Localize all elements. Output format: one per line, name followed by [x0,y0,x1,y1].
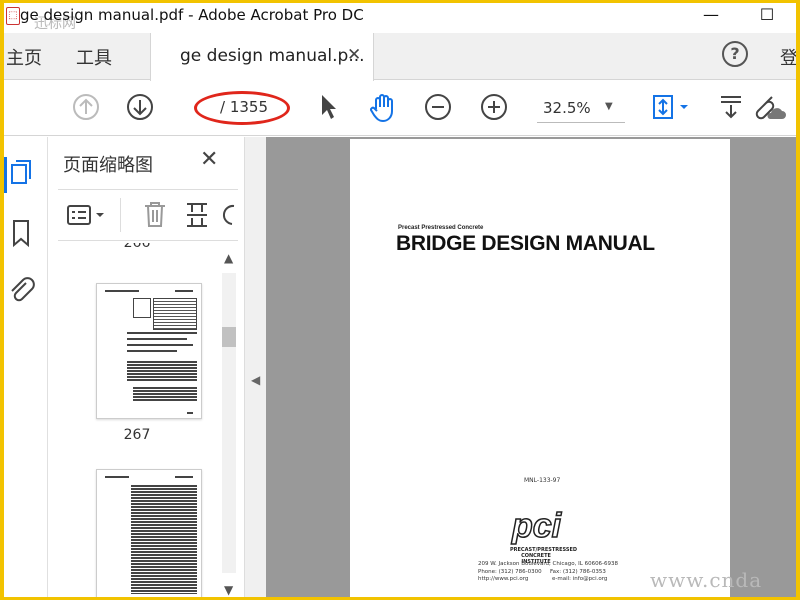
document-code: MNL-133-97 [524,477,561,484]
hand-tool-icon[interactable] [368,93,398,123]
login-menu[interactable]: 登 [780,44,796,70]
share-link-icon[interactable] [752,93,786,123]
acrobat-window: ⬚ 迅标网 ge design manual.pdf - Adobe Acrob… [4,3,796,597]
scroll-track[interactable] [222,273,236,573]
zoom-value: 32.5% [543,99,591,117]
pci-logo: pci [511,506,562,546]
thumbnail-scrollbar[interactable]: ▲ ▼ [220,247,238,597]
tools-menu[interactable]: 工具 [76,44,112,70]
help-button[interactable]: ? [722,41,748,67]
organization-email: e-mail: info@pci.org [552,576,608,582]
thumbnail-label: 267 [123,427,151,443]
previous-page-icon[interactable] [72,93,100,121]
attachment-icon[interactable] [6,273,36,305]
zoom-out-icon[interactable] [424,93,452,121]
panel-title: 页面缩略图 [63,155,153,176]
watermark-bottom: www.cnda [650,568,763,592]
document-tab-label: ge design manual.p... [180,46,365,66]
left-nav-rail [4,137,48,597]
scroll-mode-icon[interactable] [718,93,744,121]
toolbar-divider [120,198,121,232]
panel-toolbar [58,189,238,241]
organization-fax: Fax: (312) 786-0353 [550,569,606,575]
document-tab[interactable]: ge design manual.p... ✕ [150,33,374,81]
chevron-down-icon: ▼ [605,101,613,112]
organization-website: http://www.pci.org [478,576,529,582]
rotate-page-icon[interactable] [222,200,236,230]
thumbnail-options-icon[interactable] [66,202,114,228]
page-thumbnail-268[interactable] [96,469,202,597]
tab-close-icon[interactable]: ✕ [347,45,361,65]
collapse-arrow-icon[interactable]: ◀ [251,373,260,387]
scroll-down-icon[interactable]: ▼ [224,583,233,597]
panel-collapse-bar[interactable]: ◀ [244,137,266,597]
document-view[interactable]: Precast Prestressed Concrete BRIDGE DESI… [266,137,796,597]
thumbnail-label: 266 [123,243,151,251]
next-page-icon[interactable] [126,93,154,121]
fit-page-icon[interactable] [650,93,692,121]
title-bar: ⬚ 迅标网 ge design manual.pdf - Adobe Acrob… [4,3,796,33]
window-title: ge design manual.pdf - Adobe Acrobat Pro… [20,6,364,24]
document-title: BRIDGE DESIGN MANUAL [396,232,655,255]
tab-bar: 主页 工具 ge design manual.p... ✕ ? 登 [4,33,796,81]
zoom-in-icon[interactable] [480,93,508,121]
bookmark-icon[interactable] [6,217,36,249]
toolbar: / 1355 32.5% ▼ [4,81,796,136]
page-thumbnails-icon[interactable] [6,159,36,191]
scroll-up-icon[interactable]: ▲ [224,251,233,265]
acrobat-app-icon: ⬚ [6,7,20,25]
minimize-button[interactable]: — [688,3,734,33]
thumbnail-list: 266 267 [58,243,216,597]
organization-phone: Phone: (312) 786-0300 [478,569,542,575]
panel-close-icon[interactable]: ✕ [200,147,218,172]
red-annotation-ellipse [194,91,290,125]
thumbnails-panel: 页面缩略图 ✕ 266 267 ▲ ▼ [48,137,244,597]
home-menu[interactable]: 主页 [6,44,42,70]
select-cursor-icon[interactable] [318,93,338,121]
zoom-select[interactable]: 32.5% ▼ [537,95,625,123]
document-subtitle: Precast Prestressed Concrete [398,225,484,231]
page-thumbnail-267[interactable] [96,283,202,419]
scroll-thumb[interactable] [222,327,236,347]
delete-page-icon[interactable] [142,200,168,230]
maximize-button[interactable]: ☐ [744,3,790,33]
organization-address: 209 W. Jackson Boulevard, Chicago, IL 60… [478,561,619,567]
pdf-page: Precast Prestressed Concrete BRIDGE DESI… [350,139,730,597]
extract-page-icon[interactable] [184,200,210,230]
